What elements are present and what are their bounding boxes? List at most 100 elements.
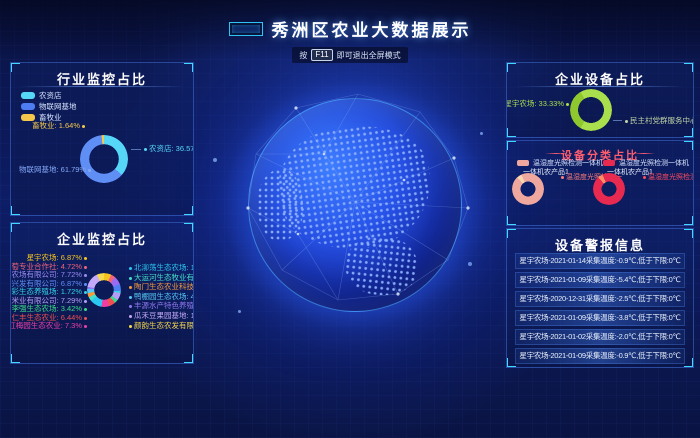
- panel-device-ratio: 企业设备占比 星宇农场: 33.33% 民主村党群服务中心: [506, 62, 694, 138]
- chart-label: 民主村党群服务中心: [623, 116, 694, 125]
- chart-label-store: 农资店: 36.57%: [142, 144, 194, 153]
- title-divider: [515, 86, 685, 87]
- chart-label: 七彩生态养殖场: 1.72%: [10, 288, 89, 296]
- leader-dot: [84, 317, 87, 320]
- leader-dot: [643, 176, 646, 179]
- chart-label: 颜韵生态农发有限公司: 6.87: [127, 322, 194, 330]
- chart-label: 李强生态农场: 3.42%: [12, 305, 89, 313]
- leader-dot: [84, 325, 87, 328]
- leader-dot: [84, 283, 87, 286]
- background-dot: [213, 158, 217, 162]
- legend-item[interactable]: 农资店: [21, 90, 62, 101]
- panel-industry-ratio: 行业监控占比 农资店 物联网基地 畜牧业 畜牧业: 1.64% 农资店: 36.…: [10, 62, 194, 216]
- leader-dot: [129, 286, 132, 289]
- chart-label-text: 畜牧业: 1.64%: [32, 121, 80, 130]
- chart-label-text: 李强生态农场: 3.42%: [12, 304, 82, 313]
- leader-dot: [129, 277, 132, 280]
- leader-dot: [566, 103, 569, 106]
- chart-label: 星宇农场: 33.33%: [506, 99, 571, 108]
- leader-dot: [129, 305, 132, 308]
- legend-item[interactable]: 物联网基地: [21, 101, 77, 112]
- chart-label-text: 民主村党群服务中心: [630, 116, 694, 125]
- enterprise-donut-chart[interactable]: [87, 273, 121, 307]
- panel-device-category-ratio: 设备分类占比 温湿度光照检测一体机 一体机农产品1 温湿度光照检测一 温湿度光照…: [506, 140, 694, 226]
- background-dot: [480, 132, 483, 135]
- alarm-row: 星宇农场-2020-12-31采集温度:-2.5℃,低于下限:0℃: [515, 291, 685, 307]
- title-decoration: [633, 153, 655, 154]
- leader-line: [613, 120, 622, 121]
- globe-network-mesh: [234, 84, 476, 326]
- leader-dot: [84, 300, 87, 303]
- legend-swatch: [21, 92, 35, 99]
- alarm-row: 星宇农场-2021-01-09采集温度:-5.4℃,低于下限:0℃: [515, 272, 685, 288]
- chart-label: 星宇农场: 6.87%: [27, 254, 89, 262]
- chart-label-text: 丰源水产特色养殖场: 1.: [134, 301, 194, 310]
- chart-label: 陶门生态农业科技有限公: [127, 283, 194, 291]
- leader-line: [131, 149, 141, 150]
- device-donut-chart[interactable]: [570, 89, 612, 131]
- chart-label-text: 瓜禾豆果园基地: 15.02%: [134, 311, 194, 320]
- chart-label: 大运河生态牧业有限责任公: [127, 274, 194, 282]
- alarm-row: 星宇农场-2021-01-09采集温度:-0.9℃,低于下限:0℃: [515, 348, 685, 364]
- chart-label: 鸭棚园生态农场: 4.29: [127, 293, 194, 301]
- leader-dot: [88, 169, 91, 172]
- title-divider: [19, 86, 185, 87]
- chart-callout: 温湿度光照检测一: [641, 172, 694, 182]
- leader-dot: [144, 148, 147, 151]
- chart-label: 家庭农场有限公司: 7.72%: [10, 271, 89, 279]
- chart-label-text: 红梅园生态农业: 7.3%: [10, 321, 82, 330]
- leader-dot: [84, 266, 87, 269]
- legend-swatch: [21, 114, 35, 121]
- chart-label-iot: 物联网基地: 61.79%: [19, 165, 93, 174]
- globe: [248, 98, 462, 312]
- leader-dot: [129, 315, 132, 318]
- panel-enterprise-monitor-ratio: 企业监控占比 星宇农场: 6.87% 彩丽葡萄专业合作社: 4.72% 家庭农场…: [10, 222, 194, 364]
- panel-title: 设备警报信息: [507, 235, 693, 254]
- panel-device-alarms: 设备警报信息 星宇农场-2021-01-14采集温度:-0.9℃,低于下限:0℃…: [506, 228, 694, 368]
- category-donut-chart-left[interactable]: [512, 173, 544, 205]
- chart-callout-text: 温湿度光照检测一: [648, 174, 694, 181]
- leader-dot: [561, 176, 564, 179]
- page-title: 秀洲区农业大数据展示: [272, 16, 472, 41]
- leader-dot: [129, 325, 132, 328]
- chart-label-text: 星宇农场: 33.33%: [506, 99, 564, 108]
- alarm-row: 星宇农场-2021-01-02采集温度:-2.0℃,低于下限:0℃: [515, 329, 685, 345]
- chart-label-text: 陶门生态农业科技有限公: [134, 282, 194, 291]
- legend-swatch: [517, 160, 529, 166]
- dashboard-root: 秀洲区农业大数据展示 按 F11 即可退出全屏模式 行业监控占比 农资店 物联网…: [0, 0, 700, 438]
- chart-label-text: 星宇农场: 6.87%: [27, 253, 82, 262]
- header: 秀洲区农业大数据展示 按 F11 即可退出全屏模式: [0, 0, 700, 60]
- chart-label: 北泖荡生态农场: 11.56%: [127, 264, 194, 272]
- hint-suffix: 即可退出全屏模式: [337, 50, 401, 61]
- leader-dot: [625, 120, 628, 123]
- chart-label: 丰源水产特色养殖场: 1.: [127, 302, 194, 310]
- chart-label-text: 大运河生态牧业有限责任公: [134, 273, 194, 282]
- leader-dot: [82, 125, 85, 128]
- leader-dot: [84, 291, 87, 294]
- panel-title: 企业监控占比: [11, 229, 193, 248]
- chart-label-text: 农资店: 36.57%: [149, 144, 194, 153]
- legend-swatch: [21, 103, 35, 110]
- chart-label-text: 家庭农场有限公司: 7.72%: [10, 270, 82, 279]
- header-logo: [229, 22, 263, 36]
- leader-dot: [84, 308, 87, 311]
- title-decoration: [545, 153, 567, 154]
- chart-label: 红梅园生态农业: 7.3%: [10, 322, 89, 330]
- alarm-row: 星宇农场-2021-01-09采集温度:-3.8℃,低于下限:0℃: [515, 310, 685, 326]
- category-donut-chart-right[interactable]: [593, 173, 625, 205]
- leader-dot: [84, 257, 87, 260]
- leader-dot: [129, 267, 132, 270]
- legend-swatch: [603, 160, 615, 166]
- chart-label: 瓜禾豆果园基地: 15.02%: [127, 312, 194, 320]
- fullscreen-hint: 按 F11 即可退出全屏模式: [292, 47, 407, 63]
- chart-label-text: 鸭棚园生态农场: 4.29: [134, 292, 194, 301]
- chart-label-text: 颜韵生态农发有限公司: 6.87: [134, 321, 194, 330]
- legend-label: 物联网基地: [39, 101, 77, 112]
- alarm-row: 星宇农场-2021-01-14采集温度:-0.9℃,低于下限:0℃: [515, 253, 685, 269]
- chart-label-livestock: 畜牧业: 1.64%: [32, 121, 87, 130]
- chart-label-text: 北泖荡生态农场: 11.56%: [134, 263, 194, 272]
- legend-label: 农资店: [39, 90, 62, 101]
- f11-keycap: F11: [311, 49, 332, 61]
- chart-label-text: 物联网基地: 61.79%: [19, 165, 86, 174]
- industry-donut-chart[interactable]: [80, 135, 128, 183]
